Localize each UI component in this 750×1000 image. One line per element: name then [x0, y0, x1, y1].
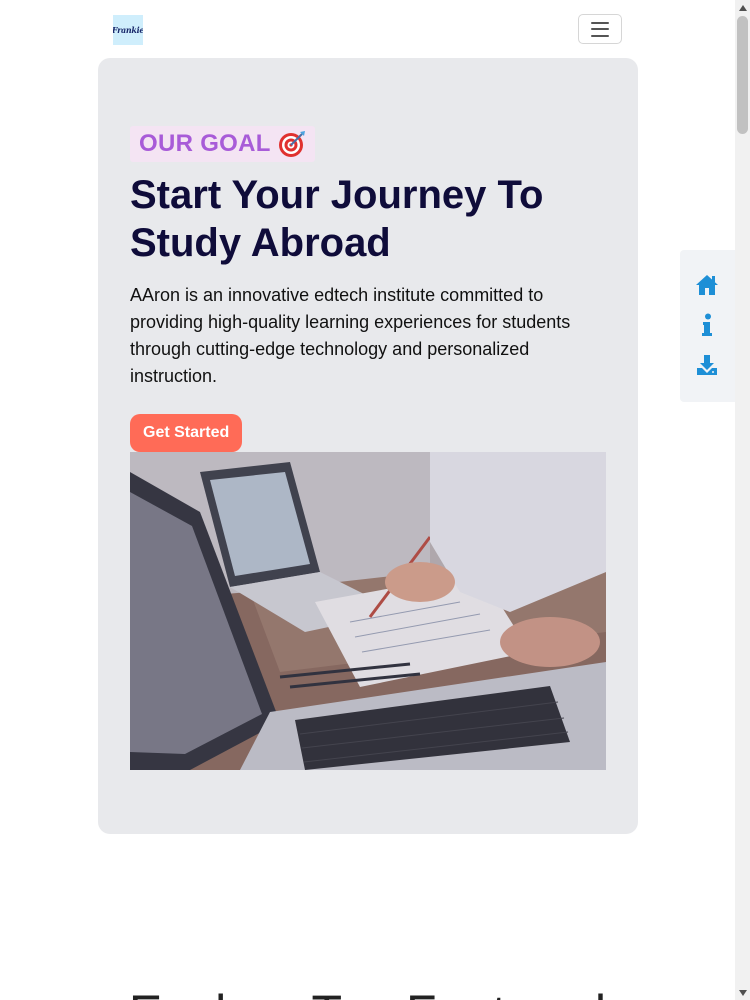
featured-section-heading: Explore Top Featured: [0, 983, 735, 1000]
top-navbar: Frankie: [0, 0, 735, 58]
floating-side-nav: [680, 250, 735, 402]
brand-logo-text: Frankie: [113, 25, 143, 35]
hamburger-icon: [591, 21, 609, 37]
side-nav-home[interactable]: [694, 272, 720, 298]
hero-card: OUR GOAL Start Your Journey To Study Abr…: [98, 58, 638, 834]
side-nav-download[interactable]: [694, 352, 720, 378]
scrollbar-thumb[interactable]: [737, 16, 748, 134]
hero-image: [130, 452, 606, 770]
laptops-photo-illustration: [130, 452, 606, 770]
brand-logo[interactable]: Frankie: [113, 15, 143, 45]
scroll-down-icon[interactable]: [735, 985, 750, 1000]
goal-badge-text: OUR GOAL: [139, 130, 271, 157]
goal-badge: OUR GOAL: [130, 126, 315, 162]
side-nav-info[interactable]: [694, 312, 720, 338]
navbar-toggler-button[interactable]: [578, 14, 622, 44]
page-viewport: Frankie OUR GOAL Start Your Journey To S…: [0, 0, 735, 1000]
home-icon: [696, 275, 718, 295]
hero-description: AAron is an innovative edtech institute …: [130, 285, 571, 386]
target-icon: [278, 131, 305, 157]
info-icon: [702, 313, 712, 336]
scroll-up-icon[interactable]: [735, 0, 750, 15]
download-icon: [697, 355, 717, 375]
hero-title: Start Your Journey To Study Abroad: [130, 173, 544, 265]
page-scrollbar[interactable]: [735, 0, 750, 1000]
get-started-button[interactable]: Get Started: [130, 414, 243, 452]
